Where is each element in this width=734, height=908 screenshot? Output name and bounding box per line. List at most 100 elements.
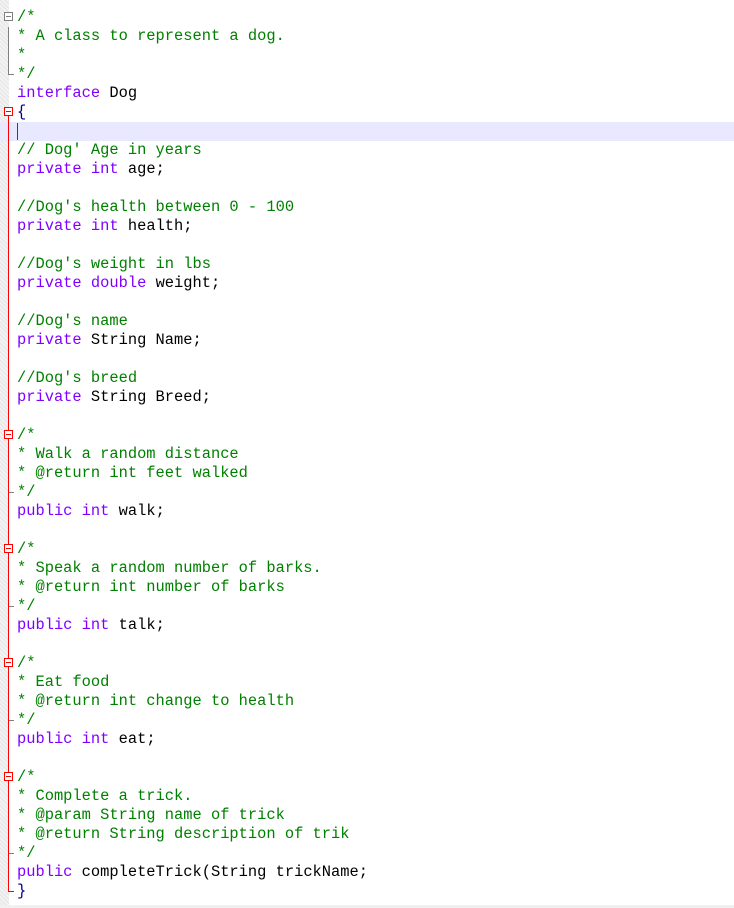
code-line[interactable]: * Speak a random number of barks. xyxy=(0,559,734,578)
fold-collapse-icon[interactable] xyxy=(4,107,13,116)
code-line[interactable]: private int age; xyxy=(0,160,734,179)
fold-end-marker xyxy=(8,882,14,892)
code-line[interactable]: * A class to represent a dog. xyxy=(0,27,734,46)
code-line[interactable] xyxy=(0,350,734,369)
fold-guide-line xyxy=(8,179,9,198)
comment-token: * @return int feet walked xyxy=(17,464,248,482)
code-line[interactable]: */ xyxy=(0,483,734,502)
fold-guide-line xyxy=(8,825,9,844)
fold-collapse-icon[interactable] xyxy=(4,658,13,667)
fold-end-marker xyxy=(9,597,14,607)
fold-guide-line xyxy=(8,445,9,464)
fold-guide-line xyxy=(8,806,9,825)
code-line[interactable]: public int eat; xyxy=(0,730,734,749)
code-line[interactable]: // Dog' Age in years xyxy=(0,141,734,160)
keyword-token: private xyxy=(17,160,82,178)
fold-guide-line xyxy=(8,787,9,806)
fold-collapse-icon[interactable] xyxy=(4,544,13,553)
code-line[interactable]: * @param String name of trick xyxy=(0,806,734,825)
fold-guide-line xyxy=(8,198,9,217)
code-line[interactable]: /* xyxy=(0,426,734,445)
keyword-token: int xyxy=(90,217,119,235)
code-line[interactable]: * @return String description of trik xyxy=(0,825,734,844)
code-token: age; xyxy=(118,160,165,178)
fold-guide-line xyxy=(8,502,9,521)
fold-guide-line xyxy=(8,293,9,312)
current-line[interactable] xyxy=(0,122,734,141)
code-line[interactable]: * Complete a trick. xyxy=(0,787,734,806)
fold-guide-line xyxy=(8,388,9,407)
code-line[interactable]: * Eat food xyxy=(0,673,734,692)
fold-end-marker xyxy=(8,65,14,75)
code-line[interactable]: * @return int number of barks xyxy=(0,578,734,597)
code-line[interactable] xyxy=(0,749,734,768)
code-line[interactable]: * xyxy=(0,46,734,65)
code-line[interactable]: private String Breed; xyxy=(0,388,734,407)
keyword-token: int xyxy=(81,730,110,748)
code-line[interactable]: //Dog's health between 0 - 100 xyxy=(0,198,734,217)
code-token: eat; xyxy=(109,730,156,748)
code-line[interactable]: */ xyxy=(0,65,734,84)
code-line[interactable]: /* xyxy=(0,8,734,27)
fold-collapse-icon[interactable] xyxy=(4,12,13,21)
code-editor[interactable]: /* * A class to represent a dog. * */interf… xyxy=(0,8,734,901)
code-line[interactable]: //Dog's name xyxy=(0,312,734,331)
code-line[interactable]: * @return int feet walked xyxy=(0,464,734,483)
code-line[interactable]: */ xyxy=(0,711,734,730)
code-line[interactable]: /* xyxy=(0,540,734,559)
code-line[interactable]: interface Dog xyxy=(0,84,734,103)
comment-token: * Walk a random distance xyxy=(17,445,239,463)
comment-token: //Dog's name xyxy=(17,312,128,330)
fold-guide-line xyxy=(8,27,9,46)
fold-collapse-icon[interactable] xyxy=(4,772,13,781)
fold-guide-line xyxy=(8,730,9,749)
code-line[interactable] xyxy=(0,179,734,198)
code-line[interactable] xyxy=(0,236,734,255)
code-line[interactable] xyxy=(0,407,734,426)
fold-guide-line xyxy=(8,616,9,635)
fold-collapse-icon[interactable] xyxy=(4,430,13,439)
code-line[interactable] xyxy=(0,521,734,540)
keyword-token: interface xyxy=(17,84,101,102)
code-line[interactable]: */ xyxy=(0,597,734,616)
code-line[interactable]: public int walk; xyxy=(0,502,734,521)
code-line[interactable]: * Walk a random distance xyxy=(0,445,734,464)
code-line[interactable] xyxy=(0,293,734,312)
code-line[interactable]: } xyxy=(0,882,734,901)
brace-token: } xyxy=(17,882,27,900)
keyword-token: public xyxy=(17,730,73,748)
code-token: walk; xyxy=(109,502,165,520)
comment-token: * Complete a trick. xyxy=(17,787,193,805)
fold-guide-line xyxy=(8,407,9,426)
code-line[interactable]: /* xyxy=(0,654,734,673)
fold-guide-line xyxy=(8,141,9,160)
comment-token: * Eat food xyxy=(17,673,110,691)
code-line[interactable]: * @return int change to health xyxy=(0,692,734,711)
code-line[interactable]: private double weight; xyxy=(0,274,734,293)
code-line[interactable] xyxy=(0,635,734,654)
fold-guide-line xyxy=(8,578,9,597)
comment-token: */ xyxy=(17,65,36,83)
code-line[interactable]: //Dog's breed xyxy=(0,369,734,388)
keyword-token: public xyxy=(17,502,73,520)
comment-token: //Dog's breed xyxy=(17,369,138,387)
code-line[interactable]: { xyxy=(0,103,734,122)
comment-token: * Speak a random number of barks. xyxy=(17,559,322,577)
comment-token: * A class to represent a dog. xyxy=(17,27,285,45)
fold-guide-line xyxy=(8,635,9,654)
code-line[interactable]: //Dog's weight in lbs xyxy=(0,255,734,274)
comment-token: /* xyxy=(17,426,36,444)
code-line[interactable]: private int health; xyxy=(0,217,734,236)
code-line[interactable]: private String Name; xyxy=(0,331,734,350)
code-line[interactable]: /* xyxy=(0,768,734,787)
code-line[interactable]: public int talk; xyxy=(0,616,734,635)
code-line[interactable]: public completeTrick(String trickName; xyxy=(0,863,734,882)
code-token: Dog xyxy=(100,84,138,102)
code-token: String Breed; xyxy=(81,388,211,406)
code-line[interactable]: */ xyxy=(0,844,734,863)
fold-guide-line xyxy=(8,255,9,274)
